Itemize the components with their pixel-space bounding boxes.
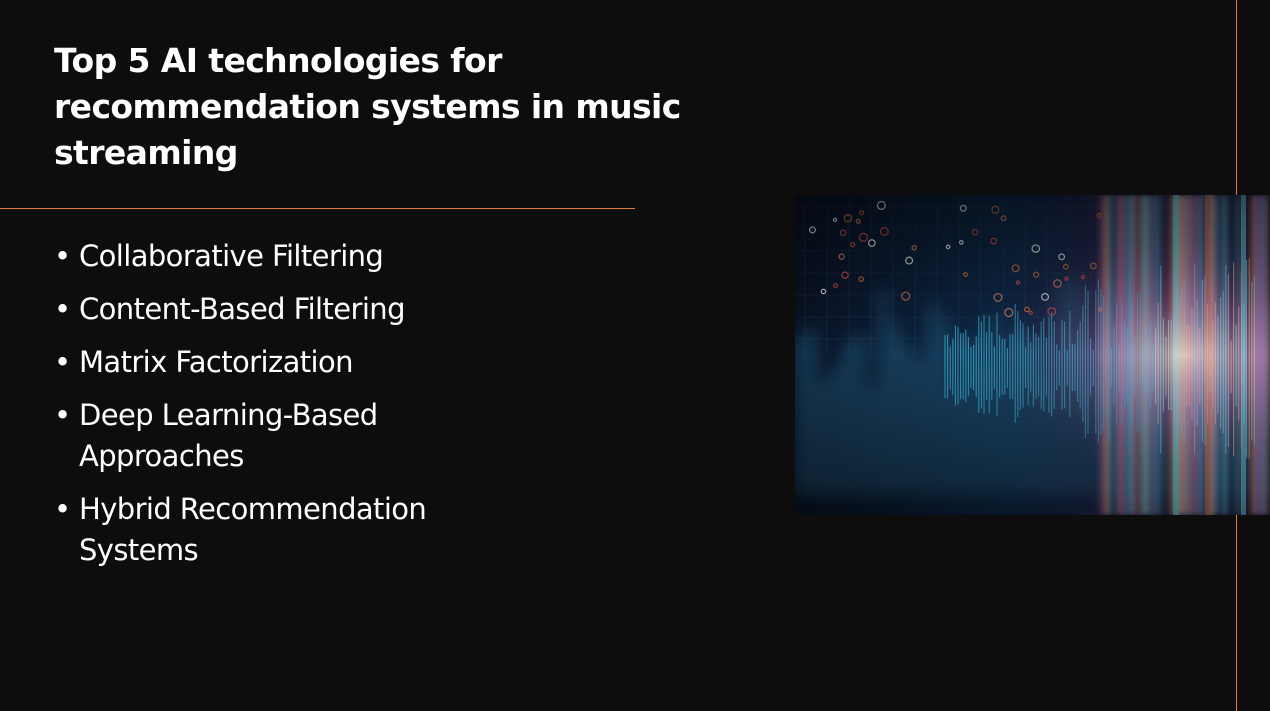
bullet-dot-icon: • [54, 345, 71, 379]
bullet-list: • Collaborative Filtering • Content-Base… [54, 236, 514, 583]
bullet-text: Matrix Factorization [79, 345, 354, 379]
slide: Top 5 AI technologies for recommendation… [0, 0, 1270, 711]
bullet-item: • Deep Learning-Based Approaches [54, 395, 514, 477]
bullet-text: Collaborative Filtering [79, 239, 384, 273]
bullet-text: Content-Based Filtering [79, 292, 405, 326]
sound-wave-picture [795, 195, 1270, 515]
title-divider [0, 208, 635, 209]
bullet-item: • Matrix Factorization [54, 342, 514, 383]
bullet-dot-icon: • [54, 492, 71, 526]
bullet-text: Hybrid Recommendation Systems [79, 492, 427, 567]
slide-title: Top 5 AI technologies for recommendation… [54, 41, 681, 172]
bullet-dot-icon: • [54, 239, 71, 273]
bullet-dot-icon: • [54, 398, 71, 432]
bullet-item: • Hybrid Recommendation Systems [54, 489, 514, 571]
bullet-text: Deep Learning-Based Approaches [79, 398, 378, 473]
bullet-item: • Collaborative Filtering [54, 236, 514, 277]
bullet-item: • Content-Based Filtering [54, 289, 514, 330]
sound-wave-graphic [795, 195, 1270, 515]
bullet-dot-icon: • [54, 292, 71, 326]
